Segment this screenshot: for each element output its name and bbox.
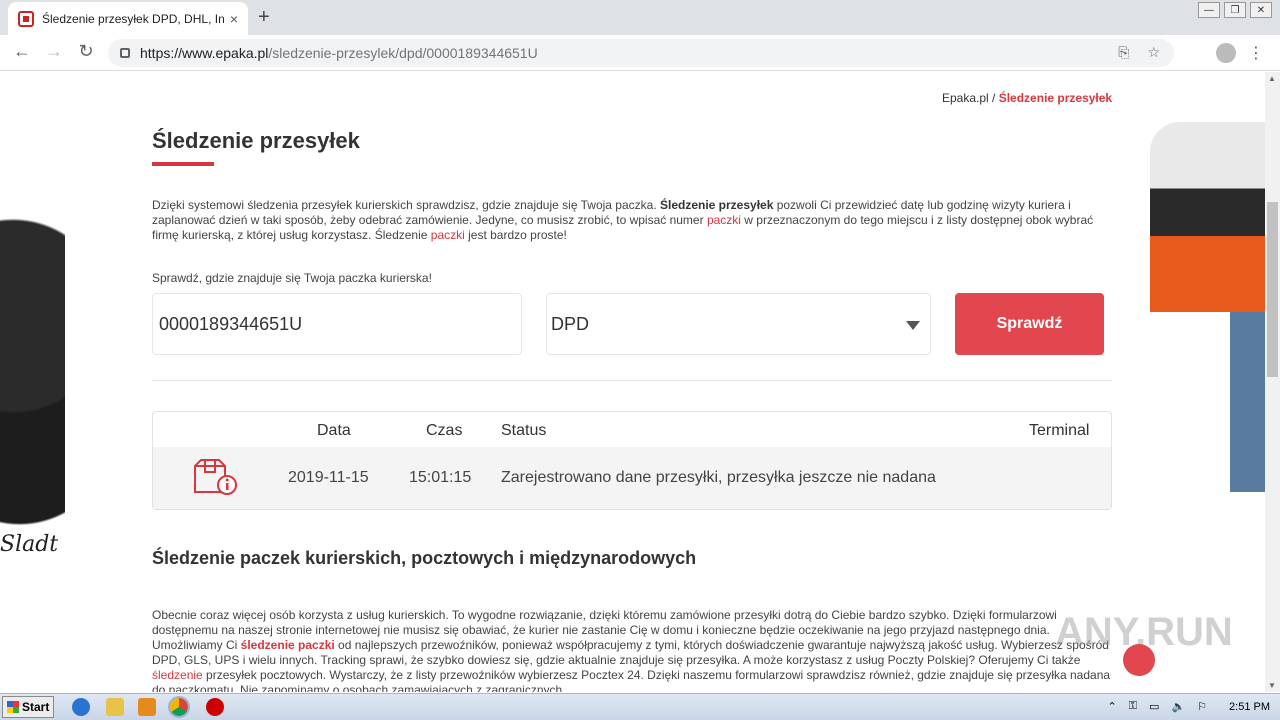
browser-chrome: Śledzenie przesyłek DPD, DHL, InPo × + —… xyxy=(0,0,1280,72)
start-label: Start xyxy=(22,700,50,714)
header-date: Data xyxy=(317,422,351,439)
profile-avatar-icon[interactable] xyxy=(1216,43,1236,63)
section2-link-sledzenie-paczki[interactable]: śledzenie paczki xyxy=(241,638,335,652)
row-status: Zarejestrowano dane przesyłki, przesyłka… xyxy=(501,469,936,486)
breadcrumb-root[interactable]: Epaka.pl xyxy=(942,91,989,105)
epaka-favicon-icon xyxy=(18,10,34,27)
windows-flag-icon xyxy=(7,701,19,713)
media-player-icon[interactable] xyxy=(138,698,156,716)
back-button[interactable]: ← xyxy=(10,41,34,62)
clock[interactable]: 2:51 PM xyxy=(1229,701,1270,713)
chrome-icon[interactable] xyxy=(168,696,190,718)
tab-title: Śledzenie przesyłek DPD, DHL, InPo xyxy=(42,11,224,26)
signature-image: Sladt xyxy=(0,532,59,557)
check-button[interactable]: Sprawdź xyxy=(955,293,1104,355)
new-tab-button[interactable]: + xyxy=(258,6,270,29)
header-time: Czas xyxy=(426,422,463,439)
scroll-up-icon[interactable]: ▲ xyxy=(1268,74,1276,83)
intro-bold: Śledzenie przesyłek xyxy=(659,198,774,212)
omnibox-actions: ⎘ ☆ xyxy=(1118,44,1160,61)
section2-link-sledzenie[interactable]: śledzenie xyxy=(152,668,203,682)
person-image xyxy=(1230,312,1265,492)
package-info-icon xyxy=(194,459,237,495)
url-host: https://www.epaka.pl xyxy=(140,45,269,61)
bookmark-star-icon[interactable]: ☆ xyxy=(1147,44,1160,61)
page-scrollbar[interactable]: ▲ ▼ xyxy=(1265,72,1280,692)
scroll-down-icon[interactable]: ▼ xyxy=(1268,681,1276,690)
title-underline xyxy=(152,162,214,166)
tray-display-icon[interactable]: ▭ xyxy=(1149,700,1159,713)
breadcrumb-current[interactable]: Śledzenie przesyłek xyxy=(999,91,1112,105)
tab-strip: Śledzenie przesyłek DPD, DHL, InPo × + —… xyxy=(0,0,1280,35)
tracking-number-input[interactable]: 0000189344651U xyxy=(152,293,522,355)
carrier-select[interactable]: DPD xyxy=(546,293,931,355)
tray-flag-icon[interactable]: ⚐ xyxy=(1197,700,1207,713)
header-terminal: Terminal xyxy=(1029,422,1090,439)
row-time: 15:01:15 xyxy=(409,469,472,486)
scroll-thumb[interactable] xyxy=(1267,202,1278,377)
car-door-image xyxy=(1150,122,1265,312)
system-tray: ⌃ ⚿ ▭ 🔈 ⚐ 2:51 PM xyxy=(1107,700,1270,713)
translate-icon[interactable]: ⎘ xyxy=(1118,44,1129,61)
tray-volume-icon[interactable]: 🔈 xyxy=(1171,700,1185,713)
car-door-person-image xyxy=(1140,112,1265,532)
ie-icon[interactable] xyxy=(72,698,90,716)
minimize-button[interactable]: — xyxy=(1198,2,1220,18)
breadcrumb-separator: / xyxy=(988,91,999,105)
opera-icon[interactable] xyxy=(206,698,224,716)
reload-button[interactable]: ↻ xyxy=(74,41,98,62)
intro-link-paczki-1[interactable]: paczki xyxy=(707,213,741,227)
tires-image xyxy=(0,202,65,582)
address-bar[interactable]: https://www.epaka.pl/sledzenie-przesylek… xyxy=(108,39,1174,67)
forward-button[interactable]: → xyxy=(42,41,66,62)
watermark-badge-icon xyxy=(1123,644,1155,676)
header-status: Status xyxy=(501,422,547,439)
tray-expand-icon[interactable]: ⌃ xyxy=(1107,700,1116,713)
browser-toolbar: ← → ↻ https://www.epaka.pl/sledzenie-prz… xyxy=(0,35,1280,71)
tray-network-icon[interactable]: ⚿ xyxy=(1129,700,1137,713)
explorer-icon[interactable] xyxy=(106,698,124,716)
maximize-button[interactable]: ❐ xyxy=(1224,2,1246,18)
intro-text-1: Dzięki systemowi śledzenia przesyłek kur… xyxy=(152,198,660,212)
tab-close-icon[interactable]: × xyxy=(230,11,238,27)
page-title: Śledzenie przesyłek xyxy=(152,128,360,153)
carrier-selected-value: DPD xyxy=(551,313,590,334)
form-label: Sprawdź, gdzie znajduje się Twoja paczka… xyxy=(152,271,432,285)
page-content: Sladt Epaka.pl / Śledzenie przesyłek Śle… xyxy=(0,72,1265,692)
section2-title: Śledzenie paczek kurierskich, pocztowych… xyxy=(152,548,697,568)
lock-icon xyxy=(120,48,130,58)
taskbar: Start ⌃ ⚿ ▭ 🔈 ⚐ 2:51 PM xyxy=(0,693,1280,720)
close-window-button[interactable]: ✕ xyxy=(1250,2,1272,18)
tracking-results-table: Data Czas Status Terminal 2019-11-15 15:… xyxy=(152,411,1112,510)
dropdown-arrow-icon xyxy=(906,321,920,330)
section2-text-3: przesyłek pocztowych. Wystarczy, że z li… xyxy=(152,668,1111,692)
section2-paragraph: Obecnie coraz więcej osób korzysta z usł… xyxy=(152,608,1112,692)
browser-menu-icon[interactable]: ⋮ xyxy=(1248,43,1264,63)
start-button[interactable]: Start xyxy=(2,696,54,718)
intro-link-paczki-2[interactable]: paczki xyxy=(431,228,465,242)
url-path: /sledzenie-przesylek/dpd/0000189344651U xyxy=(268,45,538,61)
intro-text-4: jest bardzo proste! xyxy=(464,228,567,242)
intro-paragraph: Dzięki systemowi śledzenia przesyłek kur… xyxy=(152,198,1112,243)
tab-active[interactable]: Śledzenie przesyłek DPD, DHL, InPo × xyxy=(8,2,248,35)
divider xyxy=(152,380,1112,381)
row-date: 2019-11-15 xyxy=(288,469,369,486)
window-controls: — ❐ ✕ xyxy=(1198,2,1272,18)
breadcrumb: Epaka.pl / Śledzenie przesyłek xyxy=(942,91,1112,105)
